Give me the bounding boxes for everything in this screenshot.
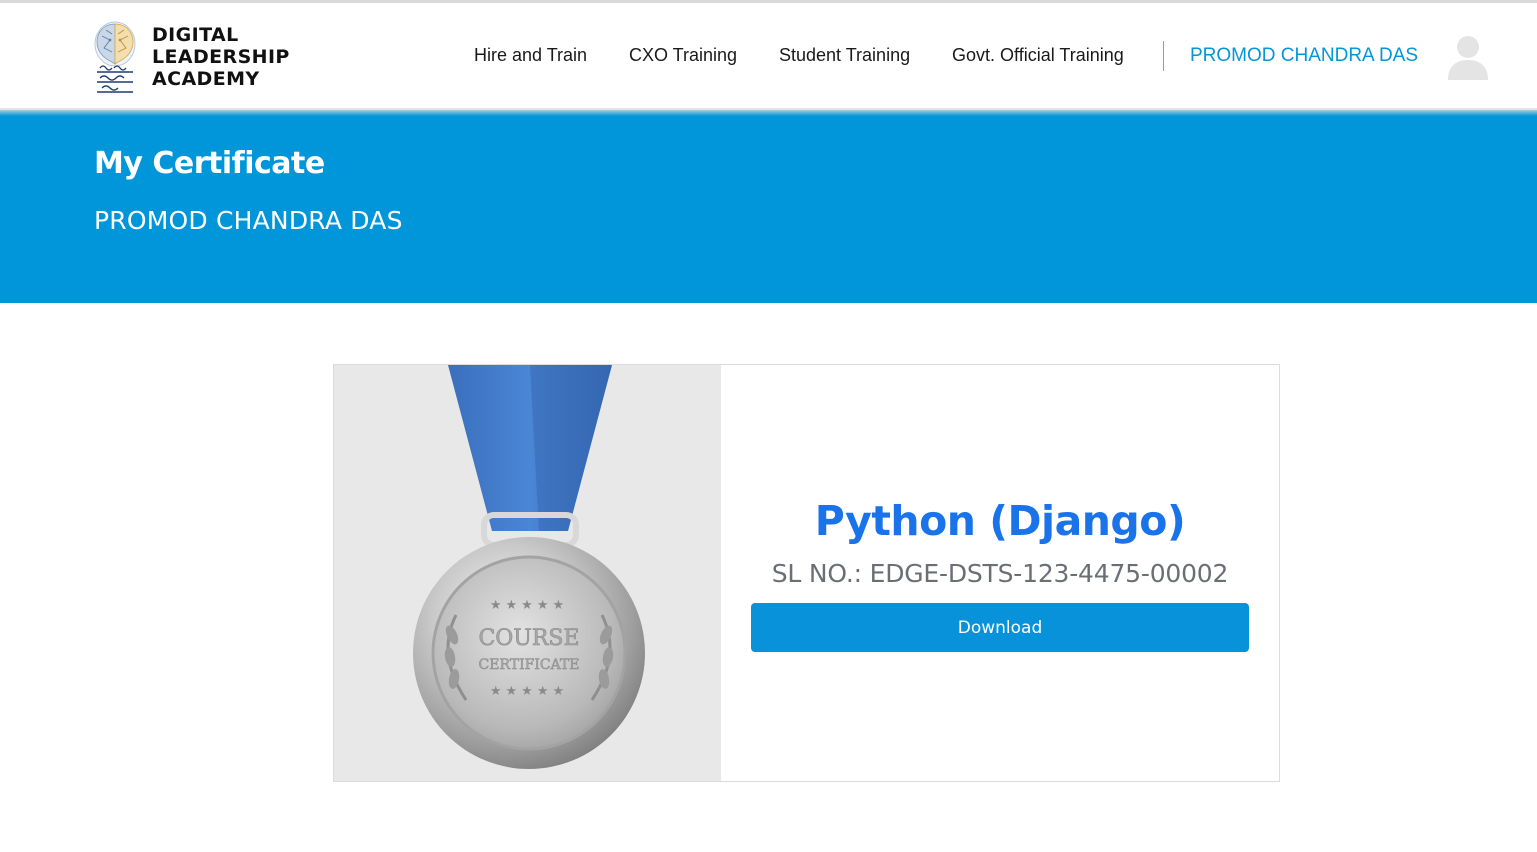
brand-wordmark: DIGITAL LEADERSHIP ACADEMY <box>152 24 290 90</box>
user-avatar-icon[interactable] <box>1446 34 1490 80</box>
brand-line-2: LEADERSHIP <box>152 46 290 68</box>
brain-logo-icon <box>94 21 136 93</box>
banner-user-name: PROMOD CHANDRA DAS <box>94 206 403 235</box>
medal-image: ★★★★★ COURSE CERTIFICATE ★★★★★ <box>334 365 721 781</box>
nav-item-student-training[interactable]: Student Training <box>779 45 910 66</box>
site-header: DIGITAL LEADERSHIP ACADEMY Hire and Trai… <box>0 3 1537 110</box>
medal-stars-bottom: ★★★★★ <box>490 684 568 699</box>
page-banner: My Certificate PROMOD CHANDRA DAS <box>0 110 1537 303</box>
course-title: Python (Django) <box>814 497 1186 545</box>
brand-logo[interactable]: DIGITAL LEADERSHIP ACADEMY <box>92 18 292 96</box>
nav-item-govt-official-training[interactable]: Govt. Official Training <box>952 45 1124 66</box>
medal-illustration: ★★★★★ COURSE CERTIFICATE ★★★★★ <box>413 365 645 769</box>
nav-item-hire-and-train[interactable]: Hire and Train <box>474 45 587 66</box>
download-button[interactable]: Download <box>751 603 1249 652</box>
certificate-card: ★★★★★ COURSE CERTIFICATE ★★★★★ Python (D… <box>333 364 1280 782</box>
page-title: My Certificate <box>94 146 325 181</box>
medal-stars-top: ★★★★★ <box>490 598 568 613</box>
nav-divider <box>1163 41 1164 71</box>
certificate-serial: SL NO.: EDGE-DSTS-123-4475-00002 <box>771 559 1229 588</box>
medal-text-1: COURSE <box>478 626 579 651</box>
user-name-link[interactable]: PROMOD CHANDRA DAS <box>1190 45 1418 67</box>
brand-line-1: DIGITAL <box>152 24 239 46</box>
nav-item-cxo-training[interactable]: CXO Training <box>629 45 737 66</box>
medal-text-2: CERTIFICATE <box>479 657 580 673</box>
brand-line-3: ACADEMY <box>152 68 260 90</box>
certificate-details: Python (Django) SL NO.: EDGE-DSTS-123-44… <box>721 365 1279 781</box>
header-shadow <box>0 108 1537 116</box>
